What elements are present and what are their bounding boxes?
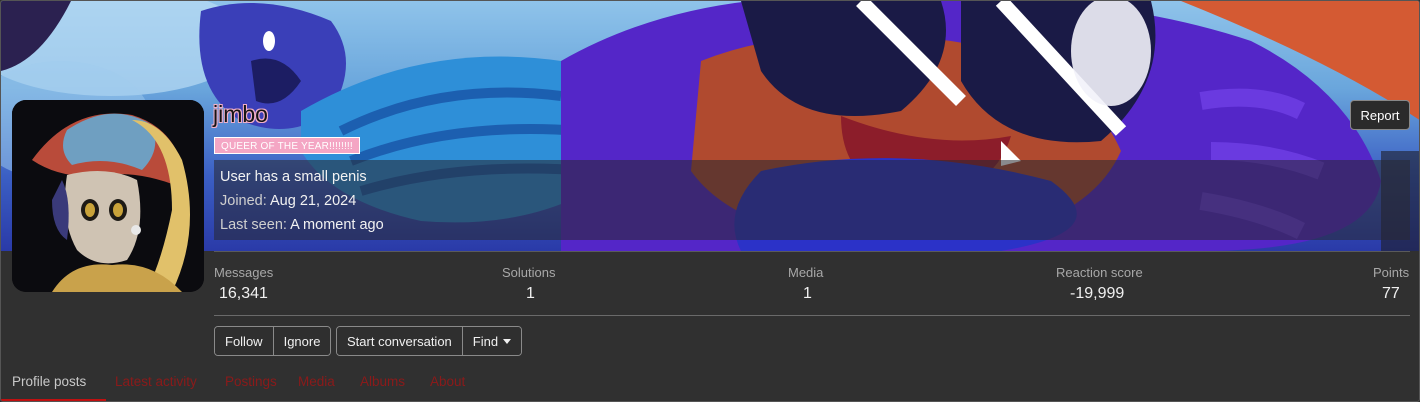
joined-value: Aug 21, 2024 (270, 193, 357, 209)
last-seen-label: Last seen: (220, 217, 287, 233)
tab-latest-activity[interactable]: Latest activity (115, 374, 197, 389)
stat-reaction-score-label: Reaction score (1056, 265, 1143, 280)
ignore-button[interactable]: Ignore (272, 327, 331, 355)
last-seen-row: Last seen: A moment ago (220, 217, 384, 233)
username[interactable]: jimbo (213, 101, 268, 128)
tab-postings[interactable]: Postings (225, 374, 277, 389)
stat-media-label: Media (788, 265, 824, 280)
stat-messages-label: Messages (214, 265, 274, 280)
stat-points-value[interactable]: 77 (1382, 285, 1400, 303)
stat-reaction-score-value[interactable]: -19,999 (1070, 285, 1124, 303)
follow-ignore-group: Follow Ignore (214, 326, 332, 356)
profile-header: jimbo QUEER OF THE YEAR!!!!!!!! User has… (0, 0, 1420, 402)
stat-solutions-label: Solutions (502, 265, 556, 280)
find-label: Find (472, 333, 499, 349)
profile-info-box: User has a small penis Joined: Aug 21, 2… (214, 160, 1410, 240)
stat-messages-value[interactable]: 16,341 (219, 285, 268, 303)
avatar[interactable] (12, 100, 204, 292)
joined-label: Joined: (220, 193, 267, 209)
user-title-badge: QUEER OF THE YEAR!!!!!!!! (214, 137, 360, 154)
divider (214, 315, 1410, 316)
stat-media-value[interactable]: 1 (803, 285, 812, 303)
tab-albums[interactable]: Albums (360, 374, 405, 389)
start-conversation-button[interactable]: Start conversation (337, 327, 462, 355)
divider (214, 251, 1410, 252)
follow-button[interactable]: Follow (215, 327, 273, 355)
tab-profile-posts[interactable]: Profile posts (12, 374, 86, 389)
caret-down-icon (503, 338, 512, 344)
conversation-find-group: Start conversation Find (336, 326, 523, 356)
report-button[interactable]: Report (1350, 100, 1410, 130)
tab-media[interactable]: Media (298, 374, 335, 389)
profile-tabs: Profile posts Latest activity Postings M… (1, 371, 1419, 401)
user-bio: User has a small penis (220, 169, 367, 185)
stat-solutions-value[interactable]: 1 (526, 285, 535, 303)
joined-row: Joined: Aug 21, 2024 (220, 193, 356, 209)
avatar-image (12, 100, 204, 292)
last-seen-value: A moment ago (290, 217, 384, 233)
find-button[interactable]: Find (461, 327, 522, 355)
stat-points-label: Points (1373, 265, 1410, 280)
tab-about[interactable]: About (430, 374, 465, 389)
